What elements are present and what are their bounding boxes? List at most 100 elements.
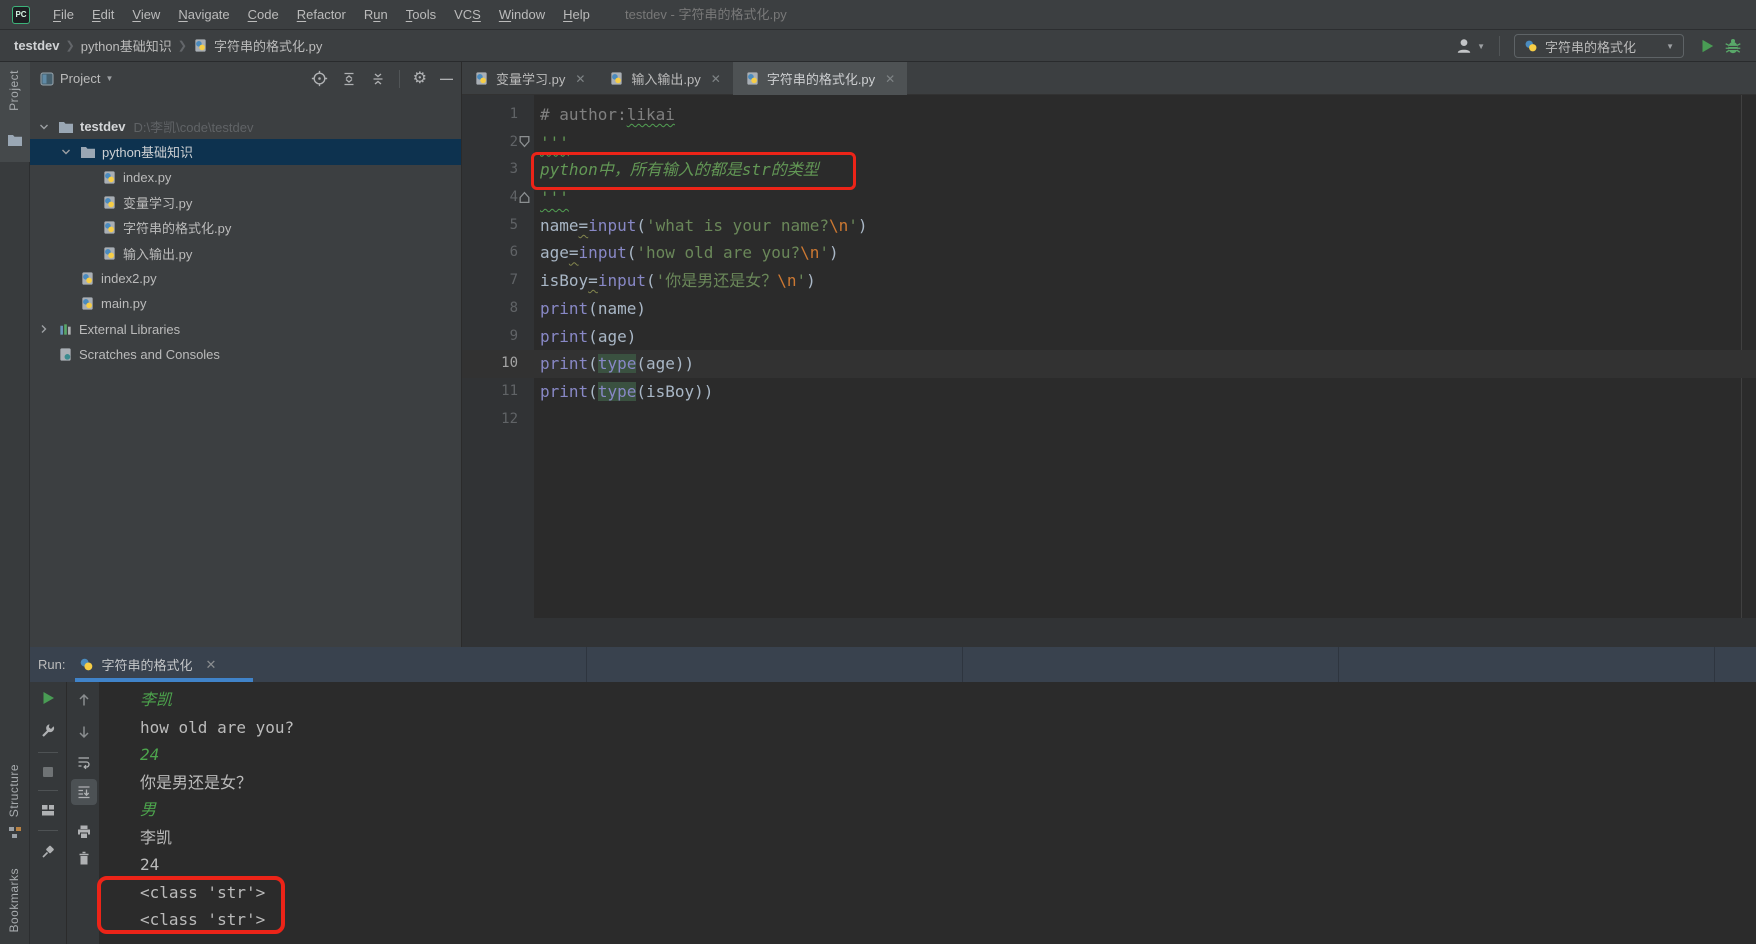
menu-item-refactor[interactable]: Refactor bbox=[288, 7, 355, 22]
console-line: 李凯 bbox=[140, 827, 173, 847]
editor-tab-label: 变量学习.py bbox=[496, 72, 566, 87]
run-panel-header: Run: 字符串的格式化 ✕ bbox=[30, 647, 1756, 682]
clear-all-trash-icon[interactable] bbox=[74, 848, 94, 868]
close-icon[interactable]: ✕ bbox=[711, 72, 721, 86]
menu-item-navigate[interactable]: Navigate bbox=[169, 7, 238, 22]
gutter-line-number[interactable]: 12 bbox=[462, 406, 534, 434]
run-tool-window: Run: 字符串的格式化 ✕ 李凯 how old are you? 24 你是… bbox=[30, 647, 1756, 944]
stripe-button-project[interactable]: Project bbox=[7, 70, 21, 111]
tree-item-index.py[interactable]: index.py bbox=[30, 165, 461, 190]
gutter-line-number[interactable]: 1 bbox=[462, 101, 534, 129]
editor-tab-变量学习.py[interactable]: 变量学习.py ✕ bbox=[462, 62, 597, 95]
breadcrumb: testdev ❯ python基础知识 ❯ 字符串的格式化.py bbox=[0, 36, 322, 55]
breadcrumb-project[interactable]: testdev bbox=[14, 38, 60, 53]
run-panel-body: 李凯 how old are you? 24 你是男还是女？男李凯 24 <class '… bbox=[30, 682, 1756, 944]
python-file-icon bbox=[79, 657, 94, 672]
gutter-line-number[interactable]: 5 bbox=[462, 212, 534, 240]
gutter-line-number[interactable]: 10 bbox=[462, 350, 534, 378]
toolbar-divider bbox=[38, 790, 58, 791]
tree-item-index2.py[interactable]: index2.py bbox=[30, 266, 461, 291]
bookmarks-icon[interactable] bbox=[8, 826, 22, 840]
down-the-stack-trace-icon[interactable] bbox=[74, 722, 94, 742]
menu-item-edit[interactable]: Edit bbox=[83, 7, 123, 22]
chevron-down-icon[interactable] bbox=[38, 121, 58, 133]
run-console-tab[interactable]: 字符串的格式化 ✕ bbox=[79, 655, 216, 674]
run-button[interactable] bbox=[1698, 37, 1716, 55]
code-lines: # author:likai ''' python中，所有输入的都是str的类型 ''… bbox=[534, 95, 1756, 433]
project-panel-title[interactable]: Project bbox=[60, 71, 100, 86]
soft-wrap-icon[interactable] bbox=[74, 752, 94, 772]
menu-item-code[interactable]: Code bbox=[239, 7, 288, 22]
code-line-1: # author:likai bbox=[540, 105, 675, 124]
tree-item-testdev[interactable]: testdev D:\李凯\code\testdev bbox=[30, 114, 461, 139]
edit-configuration-wrench-icon[interactable] bbox=[38, 720, 58, 740]
restore-layout-icon[interactable] bbox=[38, 800, 58, 820]
collapse-all-icon[interactable] bbox=[370, 71, 386, 87]
console-line: <class 'str'> bbox=[140, 882, 266, 902]
stripe-button-structure[interactable]: Structure bbox=[7, 764, 21, 817]
chevron-right-icon[interactable] bbox=[38, 323, 58, 335]
editor-tab-输入输出.py[interactable]: 输入输出.py ✕ bbox=[597, 62, 732, 95]
gutter-line-number[interactable]: 9 bbox=[462, 323, 534, 351]
menu-item-file[interactable]: File bbox=[44, 7, 83, 22]
menu-item-vcs[interactable]: VCS bbox=[445, 7, 490, 22]
project-tool-window: Project ▼ ⚙ — testdev D:\李凯\code\testdev p… bbox=[30, 62, 462, 647]
close-icon[interactable]: ✕ bbox=[885, 72, 895, 86]
scroll-to-end-icon[interactable] bbox=[74, 782, 94, 802]
chevron-down-icon: ▼ bbox=[1666, 41, 1674, 51]
expand-all-icon[interactable] bbox=[341, 71, 357, 87]
stripe-button-bookmarks[interactable]: Bookmarks bbox=[7, 868, 21, 933]
debug-button[interactable] bbox=[1724, 37, 1742, 55]
gutter-line-number[interactable]: 3 bbox=[462, 156, 534, 184]
print-icon[interactable] bbox=[74, 822, 94, 842]
tree-item-label: index2.py bbox=[101, 270, 157, 286]
fold-start-marker-icon[interactable] bbox=[518, 135, 532, 149]
tree-item-变量学习.py[interactable]: 变量学习.py bbox=[30, 190, 461, 215]
gutter-line-number[interactable]: 6 bbox=[462, 239, 534, 267]
tree-item-Scratches and Consoles[interactable]: Scratches and Consoles bbox=[30, 342, 461, 367]
menu-item-tools[interactable]: Tools bbox=[397, 7, 445, 22]
locate-file-icon[interactable] bbox=[311, 70, 328, 87]
editor-bottom-strip bbox=[462, 618, 1756, 647]
settings-gear-icon[interactable]: ⚙ bbox=[413, 70, 427, 87]
gutter-line-number[interactable]: 8 bbox=[462, 295, 534, 323]
close-icon[interactable]: ✕ bbox=[575, 72, 585, 86]
editor-tab-字符串的格式化.py[interactable]: 字符串的格式化.py ✕ bbox=[732, 62, 908, 95]
menu-item-view[interactable]: View bbox=[123, 7, 169, 22]
editor-tab-label: 输入输出.py bbox=[631, 72, 701, 87]
tree-item-main.py[interactable]: main.py bbox=[30, 291, 461, 316]
fold-end-marker-icon[interactable] bbox=[518, 191, 532, 205]
breadcrumb-folder[interactable]: python基础知识 bbox=[81, 36, 172, 55]
tree-item-label: 输入输出.py bbox=[123, 246, 193, 262]
gutter-line-number[interactable]: 11 bbox=[462, 378, 534, 406]
tree-item-External Libraries[interactable]: External Libraries bbox=[30, 316, 461, 341]
console-output[interactable]: 李凯 how old are you? 24 你是男还是女？男李凯 24 <class '… bbox=[100, 682, 1756, 944]
tree-item-输入输出.py[interactable]: 输入输出.py bbox=[30, 240, 461, 265]
menu-item-window[interactable]: Window bbox=[490, 7, 554, 22]
code-editor[interactable]: 1 2 3 4 5 6 7 8 9 10 11 12 # author:likai ''' python中… bbox=[462, 95, 1756, 618]
folder-icon[interactable] bbox=[7, 133, 23, 147]
breadcrumb-file[interactable]: 字符串的格式化.py bbox=[214, 36, 322, 55]
menu-item-run[interactable]: Run bbox=[355, 7, 397, 22]
pin-tab-icon[interactable] bbox=[38, 842, 58, 862]
gutter-line-number[interactable]: 7 bbox=[462, 267, 534, 295]
user-account-icon[interactable]: ▼ bbox=[1455, 37, 1485, 55]
header-divider bbox=[1338, 647, 1339, 682]
chevron-down-icon[interactable] bbox=[60, 146, 80, 158]
python-file-icon bbox=[609, 71, 624, 86]
run-configuration-select[interactable]: 字符串的格式化 ▼ bbox=[1514, 34, 1684, 58]
close-icon[interactable]: ✕ bbox=[205, 657, 216, 673]
tree-item-字符串的格式化.py[interactable]: 字符串的格式化.py bbox=[30, 215, 461, 240]
hide-panel-icon[interactable]: — bbox=[440, 71, 453, 86]
toolbar-divider bbox=[38, 752, 58, 753]
up-the-stack-trace-icon[interactable] bbox=[74, 690, 94, 710]
console-line: 24 bbox=[140, 745, 160, 764]
tree-item-python基础知识[interactable]: python基础知识 bbox=[30, 139, 461, 165]
rerun-button[interactable] bbox=[38, 688, 58, 708]
python-file-icon bbox=[80, 296, 95, 311]
menu-item-help[interactable]: Help bbox=[554, 7, 599, 22]
console-line: 男 bbox=[140, 800, 157, 819]
tree-item-label: main.py bbox=[101, 296, 147, 312]
stop-button[interactable] bbox=[38, 762, 58, 782]
menu-bar: PC File Edit View Navigate Code Refactor Run To… bbox=[0, 0, 1756, 30]
